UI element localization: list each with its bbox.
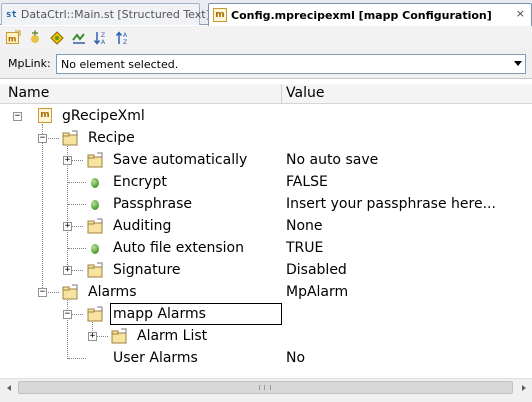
scrollbar-thumb[interactable]: [18, 381, 513, 394]
tab-bar: st DataCtrl::Main.st [Structured Text] m…: [0, 0, 532, 26]
column-header-name[interactable]: Name: [8, 85, 49, 101]
tree-row-value[interactable]: FALSE: [286, 174, 328, 190]
expand-icon[interactable]: +: [88, 332, 97, 341]
sort-ascending-icon[interactable]: AZ: [114, 29, 132, 47]
svg-text:A: A: [123, 32, 128, 39]
collapse-icon[interactable]: −: [63, 310, 72, 319]
folder-settings-icon: [111, 328, 127, 344]
tree-row-label: gRecipeXml: [62, 108, 145, 124]
expand-icon[interactable]: +: [63, 156, 72, 165]
mapp-component-icon: m: [38, 108, 52, 123]
mapp-config-icon: m: [213, 8, 227, 22]
tree-row-value[interactable]: No: [286, 350, 305, 366]
chevron-down-icon[interactable]: [514, 61, 522, 66]
tab-config-mprecipexml[interactable]: m Config.mprecipexml [mapp Configuration…: [208, 3, 532, 26]
collapse-icon[interactable]: −: [38, 288, 47, 297]
parameter-leaf-icon: [91, 178, 99, 188]
mplink-dropdown[interactable]: No element selected.: [56, 54, 526, 74]
tree-row-label: Auto file extension: [113, 240, 244, 256]
svg-text:m: m: [8, 34, 16, 43]
tree-row-alarm-list[interactable]: + Alarm List: [0, 325, 532, 347]
tree-row-value[interactable]: No auto save: [286, 152, 378, 168]
parameter-leaf-icon: [91, 244, 99, 254]
column-divider[interactable]: [281, 84, 282, 104]
folder-settings-icon: [87, 152, 103, 168]
collapse-icon[interactable]: −: [38, 134, 47, 143]
tree-row-auditing[interactable]: + Auditing None: [0, 215, 532, 237]
tree-row-label: Signature: [113, 262, 181, 278]
split-icon[interactable]: [70, 29, 88, 47]
mplink-label: MpLink:: [8, 57, 51, 70]
svg-text:Z: Z: [101, 32, 105, 39]
parameter-leaf-icon: [91, 200, 99, 210]
diamond-icon[interactable]: [48, 29, 66, 47]
tree-row-label: Recipe: [88, 130, 135, 146]
tree-row-value[interactable]: MpAlarm: [286, 284, 348, 300]
svg-text:Z: Z: [123, 39, 127, 46]
folder-settings-icon: [87, 218, 103, 234]
tree-row-value[interactable]: Insert your passphrase here...: [286, 196, 496, 212]
add-icon[interactable]: [26, 29, 44, 47]
mplink-selected-value: No element selected.: [61, 58, 179, 71]
expand-icon[interactable]: +: [63, 222, 72, 231]
tree-row-label: Passphrase: [113, 196, 192, 212]
tab-label: Config.mprecipexml [mapp Configuration]: [231, 8, 492, 22]
tree-row-user-alarms[interactable]: User Alarms No: [0, 347, 532, 369]
grip-icon: [259, 385, 271, 390]
scroll-left-icon[interactable]: [0, 379, 17, 396]
tree-row-passphrase[interactable]: Passphrase Insert your passphrase here..…: [0, 193, 532, 215]
tab-datactrl-main[interactable]: st DataCtrl::Main.st [Structured Text]: [1, 3, 210, 25]
bottom-edge: [0, 395, 532, 402]
tree-row-encrypt[interactable]: Encrypt FALSE: [0, 171, 532, 193]
column-header: Name Value: [0, 84, 532, 104]
tree-row-value[interactable]: TRUE: [286, 240, 323, 256]
scroll-right-icon[interactable]: [515, 379, 532, 396]
tree-row-value[interactable]: None: [286, 218, 323, 234]
tree-row-alarms[interactable]: − Alarms MpAlarm: [0, 281, 532, 303]
tree-row-label: mapp Alarms: [113, 306, 206, 322]
tree-row-grecipexml[interactable]: − m gRecipeXml: [0, 105, 532, 127]
expand-icon[interactable]: +: [63, 266, 72, 275]
tree-row-recipe[interactable]: − Recipe: [0, 127, 532, 149]
mapp-icon[interactable]: m: [4, 29, 22, 47]
toolbar: m ZA AZ: [0, 26, 532, 49]
tree-row-save-automatically[interactable]: + Save automatically No auto save: [0, 149, 532, 171]
folder-settings-icon: [87, 262, 103, 278]
tree-row-label: Save automatically: [113, 152, 248, 168]
folder-settings-icon: [62, 130, 78, 146]
tree-row-label: Alarm List: [137, 328, 208, 344]
structured-text-icon: st: [6, 9, 17, 20]
folder-settings-icon: [62, 284, 78, 300]
tree-row-signature[interactable]: + Signature Disabled: [0, 259, 532, 281]
tree-row-label: Encrypt: [113, 174, 167, 190]
tree-row-label: Auditing: [113, 218, 172, 234]
horizontal-scrollbar[interactable]: [0, 378, 532, 395]
collapse-icon[interactable]: −: [13, 112, 22, 121]
sort-descending-icon[interactable]: ZA: [92, 29, 110, 47]
tree-row-label: Alarms: [88, 284, 137, 300]
folder-settings-icon: [87, 306, 103, 322]
tree-row-auto-file-extension[interactable]: Auto file extension TRUE: [0, 237, 532, 259]
column-header-value[interactable]: Value: [286, 85, 324, 101]
tree-row-label: User Alarms: [113, 350, 198, 366]
mplink-bar: MpLink: No element selected.: [0, 49, 532, 79]
svg-text:A: A: [101, 39, 106, 46]
tree-row-mapp-alarms[interactable]: − mapp Alarms: [0, 303, 532, 325]
tree-row-value[interactable]: Disabled: [286, 262, 347, 278]
configuration-tree: − m gRecipeXml − Recipe + Save automatic…: [0, 105, 532, 377]
tab-label: DataCtrl::Main.st [Structured Text]: [20, 8, 210, 21]
close-icon[interactable]: ×: [516, 7, 525, 20]
